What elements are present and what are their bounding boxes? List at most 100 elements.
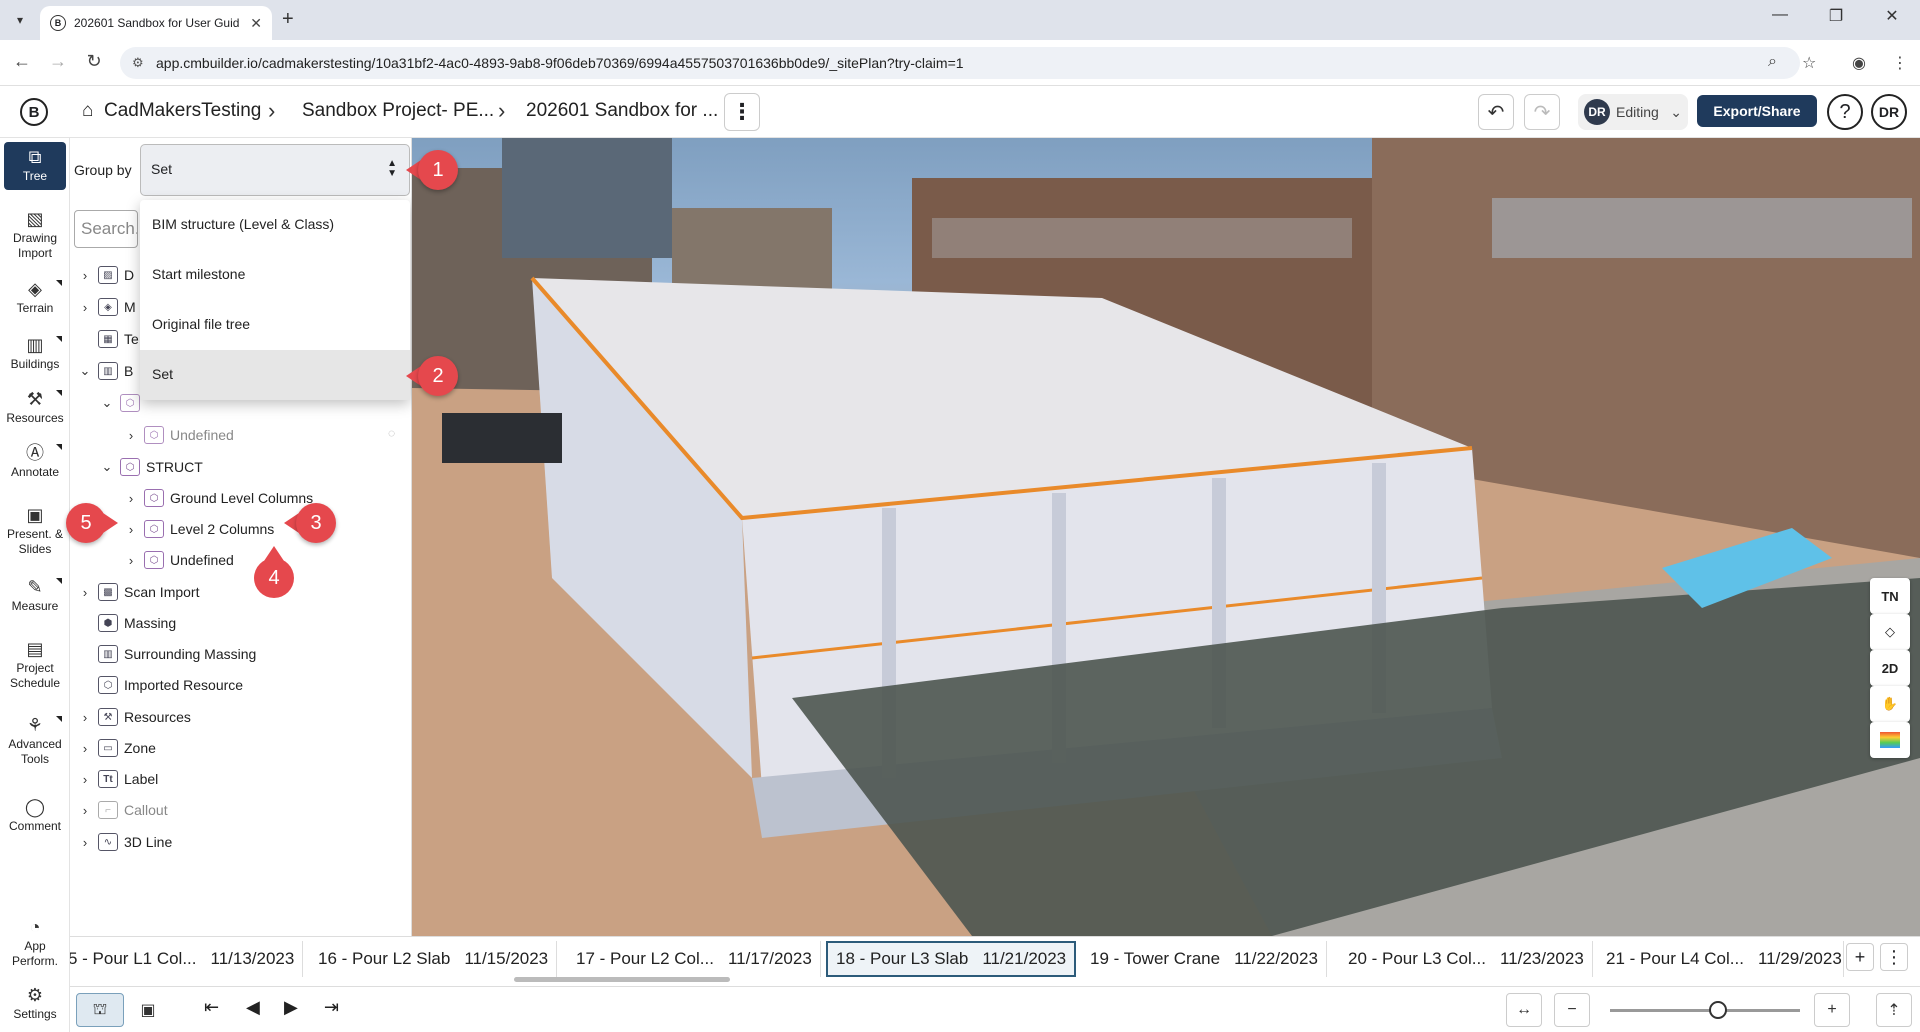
back-icon[interactable]: ← (10, 51, 34, 72)
tool-buildings[interactable]: ▥ Buildings (4, 334, 66, 372)
fit-timeline-icon[interactable]: ↔ (1506, 993, 1542, 1027)
close-tab-icon[interactable]: ✕ (250, 15, 262, 32)
chevron-right-icon[interactable]: › (78, 585, 92, 600)
chevron-right-icon[interactable]: › (78, 803, 92, 818)
export-share-button[interactable]: Export/Share (1697, 95, 1817, 127)
help-icon[interactable]: ? (1827, 94, 1863, 130)
tree-row[interactable]: › ⚒ Resources (78, 706, 191, 728)
restore-icon[interactable]: ❐ (1816, 6, 1856, 26)
2d-toggle-button[interactable]: 2D (1870, 650, 1910, 686)
tree-row[interactable]: › ⬡ Level 2 Columns (124, 518, 274, 540)
bookmark-star-icon[interactable]: ☆ (1802, 53, 1816, 73)
forward-icon[interactable]: → (46, 51, 70, 72)
more-options-icon[interactable]: ⋮ (724, 93, 760, 131)
chevron-right-icon[interactable]: › (78, 772, 92, 787)
tree-row[interactable]: › ▭ Zone (78, 737, 156, 759)
minimize-icon[interactable]: — (1760, 6, 1800, 24)
chevron-right-icon[interactable]: › (78, 300, 92, 315)
breadcrumb-project[interactable]: Sandbox Project- PE... (302, 100, 494, 122)
browser-tab[interactable]: B 202601 Sandbox for User Guid ✕ (40, 6, 272, 40)
tool-advanced-tools[interactable]: ⚘ Advanced Tools (4, 714, 66, 767)
milestone-item[interactable]: 21 - Pour L4 Col... 11/29/2023 (1598, 941, 1844, 977)
zoom-out-icon[interactable]: − (1554, 993, 1590, 1027)
timeline-scrollbar[interactable] (514, 977, 730, 982)
dropdown-option[interactable]: Original file tree (140, 300, 410, 350)
chevron-right-icon[interactable]: › (78, 741, 92, 756)
step-back-icon[interactable]: ◀ (246, 997, 260, 1018)
tree-row-partial[interactable]: ▦ Te (78, 328, 139, 350)
milestone-item[interactable]: 16 - Pour L2 Slab 11/15/2023 (310, 941, 558, 977)
tool-settings[interactable]: ⚙ Settings (4, 984, 66, 1022)
hidden-eye-icon[interactable]: ◌ (388, 426, 395, 440)
address-bar[interactable]: ⚙ app.cmbuilder.io/cadmakerstesting/10a3… (120, 47, 1800, 79)
chevron-down-icon[interactable]: ⌄ (100, 459, 114, 475)
tool-comment[interactable]: ◯ Comment (4, 796, 66, 834)
tree-row[interactable]: ▥ Surrounding Massing (78, 643, 256, 665)
app-logo[interactable]: B (20, 98, 48, 126)
tree-row[interactable]: › ⌐ Callout (78, 799, 168, 821)
zoom-slider[interactable] (1610, 1009, 1800, 1012)
tab-search-icon[interactable]: ▾ (8, 8, 32, 32)
milestone-item[interactable]: 17 - Pour L2 Col... 11/17/2023 (568, 941, 821, 977)
chevron-right-icon[interactable]: › (78, 268, 92, 283)
tree-row[interactable]: ⌄ ⬡ STRUCT (100, 456, 203, 478)
chevron-down-icon[interactable]: ⌄ (78, 363, 92, 379)
tool-measure[interactable]: ✎ Measure (4, 576, 66, 614)
tree-row[interactable]: › ▩ Scan Import (78, 581, 199, 603)
zoom-slider-handle[interactable] (1709, 1001, 1728, 1019)
chevron-right-icon[interactable]: › (78, 710, 92, 725)
zoom-icon[interactable]: ⌕ (1768, 53, 1777, 71)
milestone-item[interactable]: 20 - Pour L3 Col... 11/23/2023 (1340, 941, 1593, 977)
group-by-select[interactable]: Set ▲ ▼ (140, 144, 410, 196)
tool-project-schedule[interactable]: ▤ Project Schedule (4, 638, 66, 691)
expand-panel-icon[interactable]: ⇡ (1876, 993, 1912, 1027)
home-icon[interactable]: ⌂ (82, 100, 93, 122)
tool-terrain[interactable]: ◈ Terrain (4, 278, 66, 316)
chevron-right-icon[interactable]: › (78, 835, 92, 850)
compass-north-icon[interactable]: TN (1870, 578, 1910, 614)
milestone-item-current[interactable]: 18 - Pour L3 Slab 11/21/2023 (826, 941, 1077, 977)
jump-to-end-icon[interactable]: ⇥ (324, 997, 339, 1018)
site-info-icon[interactable]: ⚙ (132, 55, 144, 71)
play-icon[interactable]: ▶ (284, 997, 298, 1018)
tree-row[interactable]: › ⬡ Undefined (124, 424, 234, 446)
undo-icon[interactable]: ↶ (1478, 94, 1514, 130)
close-window-icon[interactable]: ✕ (1872, 6, 1912, 26)
chevron-right-icon[interactable]: › (124, 553, 138, 568)
tree-row[interactable]: ⬢ Massing (78, 612, 176, 634)
tool-annotate[interactable]: Ⓐ Annotate (4, 442, 66, 480)
presentation-icon[interactable]: ▣ (130, 993, 166, 1027)
tool-app-performance[interactable]: ◔ App Perform. (4, 916, 66, 969)
view-cube-icon[interactable]: ◇ (1870, 614, 1910, 650)
chevron-down-icon[interactable]: ⌄ (100, 395, 114, 411)
tree-row-partial[interactable]: › ▨ D (78, 264, 134, 286)
layers-color-icon[interactable] (1870, 722, 1910, 758)
tree-row[interactable]: › ∿ 3D Line (78, 831, 172, 853)
redo-icon[interactable]: ↷ (1524, 94, 1560, 130)
pan-hand-icon[interactable]: ✋ (1870, 686, 1910, 722)
chevron-right-icon[interactable]: › (124, 522, 138, 537)
tree-row[interactable]: › ⬡ Undefined (124, 549, 234, 571)
profile-icon[interactable]: ◉ (1852, 53, 1866, 73)
mode-selector[interactable]: DR Editing ⌄ (1578, 94, 1688, 130)
jump-to-start-icon[interactable]: ⇤ (204, 997, 219, 1018)
dropdown-option[interactable]: BIM structure (Level & Class) (140, 200, 410, 250)
site-view-icon[interactable]: ⛫ (76, 993, 124, 1027)
user-avatar[interactable]: DR (1871, 94, 1907, 130)
tool-resources[interactable]: ⚒ Resources (4, 388, 66, 426)
chevron-right-icon[interactable]: › (124, 491, 138, 506)
dropdown-option[interactable]: Start milestone (140, 250, 410, 300)
tree-row-partial[interactable]: ⌄ ▥ B (78, 360, 133, 382)
tree-row[interactable]: ⬡ Imported Resource (78, 674, 243, 696)
add-milestone-icon[interactable]: + (1846, 943, 1874, 971)
breadcrumb-org[interactable]: CadMakersTesting (104, 100, 261, 122)
milestone-item[interactable]: 5 - Pour L1 Col... 11/13/2023 (70, 941, 304, 977)
new-tab-icon[interactable]: + (282, 8, 294, 31)
dropdown-option-selected[interactable]: Set (140, 350, 410, 400)
timeline-menu-icon[interactable]: ⋮ (1880, 943, 1908, 971)
tree-row-partial[interactable]: › ◈ M (78, 296, 136, 318)
reload-icon[interactable]: ↻ (82, 51, 106, 72)
milestone-item[interactable]: 19 - Tower Crane 11/22/2023 (1082, 941, 1327, 977)
breadcrumb-site[interactable]: 202601 Sandbox for ... (526, 100, 718, 122)
chevron-right-icon[interactable]: › (124, 428, 138, 443)
